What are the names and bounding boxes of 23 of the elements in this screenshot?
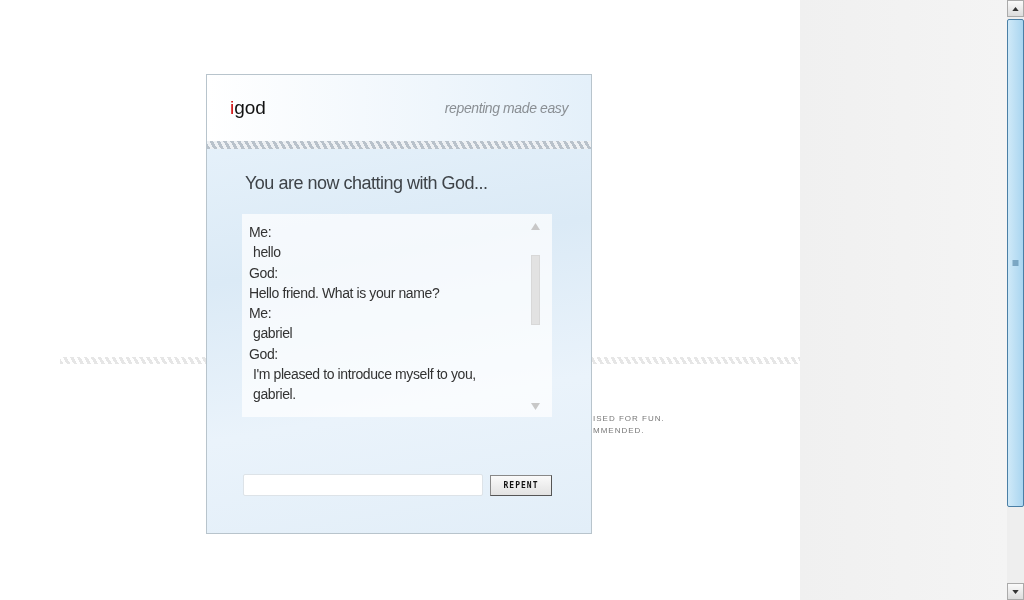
repent-button[interactable]: REPENT xyxy=(490,474,552,496)
scroll-up-button[interactable] xyxy=(1007,0,1024,17)
notice-text: ISED FOR FUN. xyxy=(593,413,666,425)
chat-line: God: xyxy=(249,344,279,364)
scrollbar[interactable] xyxy=(1007,0,1024,600)
chat-line: hello xyxy=(252,243,282,263)
message-input[interactable] xyxy=(243,474,483,496)
tagline: repenting made easy xyxy=(444,100,568,116)
chat-heading: You are now chatting with God... xyxy=(245,173,489,194)
scroll-thumb[interactable] xyxy=(530,255,540,325)
chat-line: Me: xyxy=(249,304,273,324)
grip-icon xyxy=(1012,260,1019,266)
down-arrow-icon xyxy=(1012,589,1019,594)
scroll-down-button[interactable] xyxy=(1007,583,1024,600)
chat-line: I'm pleased to introduce myself to you, gabriel. xyxy=(252,365,477,405)
chat-line: God: xyxy=(249,263,279,283)
logo: igod xyxy=(230,97,266,119)
notice-text: MMENDED. xyxy=(593,425,646,437)
scrollbar-thumb[interactable] xyxy=(1007,19,1024,507)
up-arrow-icon xyxy=(1012,6,1019,11)
chat-line: Me: xyxy=(249,223,273,242)
chat-line: gabriel xyxy=(252,324,294,344)
chat-line: Hello friend. What is your name? xyxy=(249,283,441,303)
